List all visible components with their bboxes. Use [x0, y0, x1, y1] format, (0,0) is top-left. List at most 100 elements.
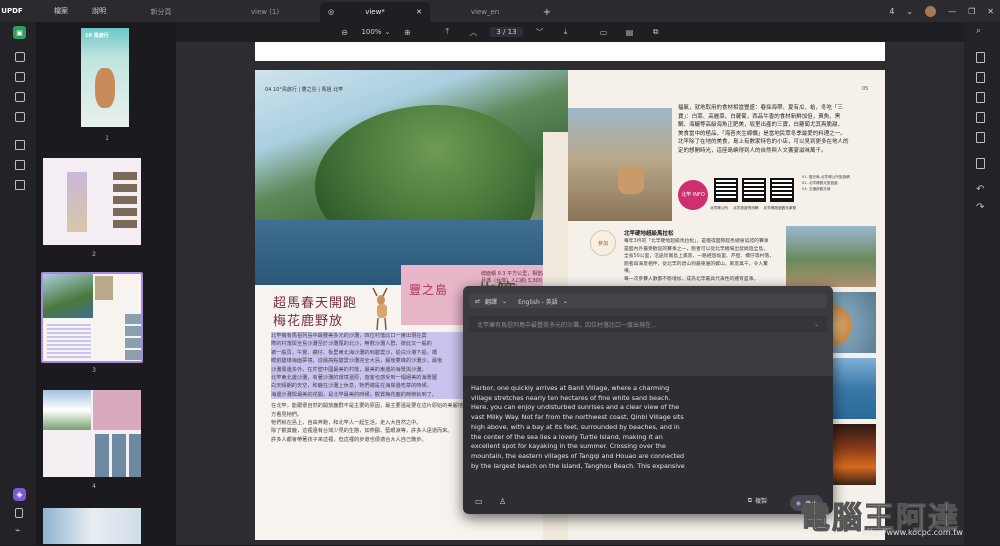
- tab-new[interactable]: 新分頁: [116, 2, 206, 22]
- marathon-photo: [786, 226, 876, 287]
- body-line: 沙灘周邊多外，在芹壁中國最美的村落，最美的東邊的海景與沙灘。: [271, 365, 467, 375]
- tab-view1[interactable]: view (1): [210, 2, 320, 22]
- deer-figure: [618, 166, 644, 194]
- close-button[interactable]: ✕: [987, 7, 994, 16]
- body-line: 寶」：白菜、高麗菜、白蘿蔔，西品牛香的食材新鮮加倍，黃魚、黑: [678, 113, 841, 120]
- right-body: 福氣，就地取用的食材相當豐盛：春採海帶、夏有瓜、蛤，冬吃「三 寶」：白菜、高麗菜…: [678, 104, 876, 155]
- protect-icon[interactable]: [976, 72, 985, 83]
- page-input[interactable]: 3 / 13: [490, 27, 523, 37]
- notification-count[interactable]: 4: [889, 7, 894, 16]
- menu-file[interactable]: 檔案: [42, 6, 80, 16]
- copy-button[interactable]: ⧉ 複製: [747, 496, 767, 506]
- article-body-highlighted[interactable]: 北竿擁有馬祖列島中最豐美多元的沙灘，四位村落比口一度出現在雲 際的村落與全島沙灘…: [271, 332, 467, 444]
- reader-mode-icon[interactable]: ▣: [13, 26, 26, 39]
- body-line: 眼前碧綠海面夢境，從最高點碧雲沙灘完全大島，最後雙峰的沙灘沙，最後: [271, 357, 467, 366]
- page-header: 04 10°鳥旅行 | 豐之島 | 馬祖 北竿: [265, 87, 344, 93]
- zoom-value: 100%: [361, 28, 382, 36]
- minimize-button[interactable]: —: [948, 7, 956, 16]
- undo-icon[interactable]: ↶: [976, 184, 984, 195]
- body-line: 白天晴朗的天空，和鹿在沙灘上休息，牠們總是在海岸邊吃草的時候，: [271, 382, 467, 391]
- last-page-icon[interactable]: ⤓: [559, 25, 573, 39]
- article-title-line1: 超馬春天開跑: [273, 296, 358, 311]
- translation-text[interactable]: Harbor, one quickly arrives at Banli Vil…: [471, 384, 686, 471]
- new-tab-button[interactable]: +: [540, 2, 554, 22]
- comment-icon[interactable]: ▭: [475, 497, 483, 506]
- body-line: 鯛、海鱺等高級海魚正肥美，坂里出產的三寶，白蘿蔔尤其爽脆甜，: [678, 122, 844, 128]
- thumbnail-image: 10 鳥旅行: [81, 28, 129, 127]
- qr-code[interactable]: [714, 178, 738, 202]
- translate-label: 翻譯: [485, 298, 498, 306]
- zoom-select[interactable]: 100% ⌄: [361, 28, 390, 36]
- thumbnail-page-4[interactable]: 4: [41, 388, 143, 490]
- prev-page-icon[interactable]: ︿: [466, 25, 480, 39]
- export-pdf-icon[interactable]: [976, 52, 985, 63]
- menu-help[interactable]: 說明: [80, 6, 118, 16]
- layers-icon[interactable]: [15, 180, 25, 190]
- tab-view-en[interactable]: view_en: [430, 2, 540, 22]
- qr-code[interactable]: [742, 178, 766, 202]
- next-page-icon[interactable]: ﹀: [533, 25, 547, 39]
- document-canvas[interactable]: 04 10°鳥旅行 | 豐之島 | 馬祖 北竿 總面積 9.3 平方公里，相當於…: [176, 42, 964, 545]
- like-icon[interactable]: ♙: [499, 497, 506, 506]
- search-icon[interactable]: ⌕: [976, 26, 981, 36]
- redo-icon[interactable]: ↷: [976, 202, 984, 213]
- body-line: 每一次參賽人數都不斷增加，成為北竿最具代表性的體育盛事。: [624, 276, 759, 282]
- avatar[interactable]: [925, 5, 937, 17]
- share-icon[interactable]: [976, 92, 985, 103]
- body-line: 北竿擁有馬祖列島中最豐美多元的沙灘，四位村落比口一度出現在雲: [271, 332, 467, 341]
- copy-icon: ⧉: [747, 496, 752, 504]
- body-line: 定的想開時光，這座島嶼得到人的自然與人文饗宴滋味萬千。: [678, 147, 827, 154]
- qr-code[interactable]: [770, 178, 794, 202]
- ai-assistant-icon[interactable]: ◈: [13, 488, 26, 501]
- tab-view-active[interactable]: ◎ view* ✕: [320, 2, 430, 22]
- attachment-icon[interactable]: ⌁: [15, 526, 20, 536]
- edit-pdf-icon[interactable]: [15, 72, 25, 82]
- thumb-photo: [125, 314, 141, 361]
- body-line: 美食當中的極品，「海苔夾生蠔蠣」是當地民眾冬季最愛的料理之一。: [678, 130, 846, 137]
- body-line: 北竿東北邊沙灘，有著沙灘的環境還原，遊客也感受到一幅絕美的海景圖: [271, 374, 467, 383]
- thumbnail-page-2[interactable]: 2: [41, 156, 143, 258]
- side-label-circle: 參加: [590, 230, 616, 256]
- bookmark-icon[interactable]: [15, 508, 23, 518]
- body-line: 北竿除了在地的美食，島上有數家特色的小店，可以見到更多在地人的: [678, 139, 849, 145]
- thumbnail-number: 1: [105, 135, 109, 142]
- zoom-in-icon[interactable]: ⊕: [400, 25, 414, 39]
- page-layout-icon[interactable]: ▤: [623, 25, 637, 39]
- form-icon[interactable]: [15, 92, 25, 102]
- thumbnail-page-1[interactable]: 10 鳥旅行 1: [79, 26, 131, 142]
- body-line: 在北竿，能跟很自然的開放鹿群不是主要的原因，最主要還是要在這片原始的美麗地方看見…: [271, 403, 463, 418]
- thumbnail-image: [43, 158, 141, 245]
- island-photo: [255, 70, 568, 285]
- save-as-icon[interactable]: [976, 112, 985, 123]
- language-selector[interactable]: ⇄ 翻譯 ⌄ English - 英語 ⌄: [469, 294, 827, 308]
- first-page-icon[interactable]: ⤒: [440, 25, 454, 39]
- compare-icon[interactable]: ⧉: [649, 25, 663, 39]
- tab-label: view*: [365, 8, 385, 16]
- zoom-out-icon[interactable]: ⊖: [337, 25, 351, 39]
- convert-icon[interactable]: [15, 140, 25, 150]
- thumbnail-title: 10 鳥旅行: [85, 33, 109, 39]
- article-title-line2: 梅花鹿野放: [273, 314, 344, 329]
- ocr-icon[interactable]: [15, 160, 25, 170]
- presentation-icon[interactable]: ▭: [597, 25, 611, 39]
- thumbnail-page-5[interactable]: [41, 506, 143, 546]
- chevron-down-icon[interactable]: ⌄: [906, 7, 913, 16]
- thumbnail-number: 3: [92, 367, 96, 374]
- tab-icon: ◎: [328, 8, 335, 16]
- close-tab-icon[interactable]: ✕: [416, 8, 422, 16]
- copy-label: 複製: [754, 498, 767, 505]
- email-icon[interactable]: [976, 132, 985, 143]
- organize-pages-icon[interactable]: [15, 112, 25, 122]
- section-label: 豐之島: [409, 283, 449, 297]
- thumbnail-page-3[interactable]: 3: [41, 272, 143, 374]
- chevron-down-icon: ⌄: [384, 28, 391, 36]
- qr-labels: 北竿鄉公所 北竿旅遊資訊網 北竿鄉旅遊觀光導覽: [710, 206, 796, 211]
- page-current: 3: [496, 28, 501, 36]
- page-sep: /: [503, 28, 506, 36]
- comment-icon[interactable]: [15, 52, 25, 62]
- thumb-photo: [43, 274, 93, 318]
- print-icon[interactable]: [976, 158, 985, 169]
- info-badge: 北竿 INFO: [678, 180, 708, 210]
- source-text-box[interactable]: 北竿擁有馬祖列島中最豐美多元的沙灘，四位村落比口一度出現在... ⌄: [469, 316, 827, 332]
- restore-button[interactable]: ❐: [968, 7, 975, 16]
